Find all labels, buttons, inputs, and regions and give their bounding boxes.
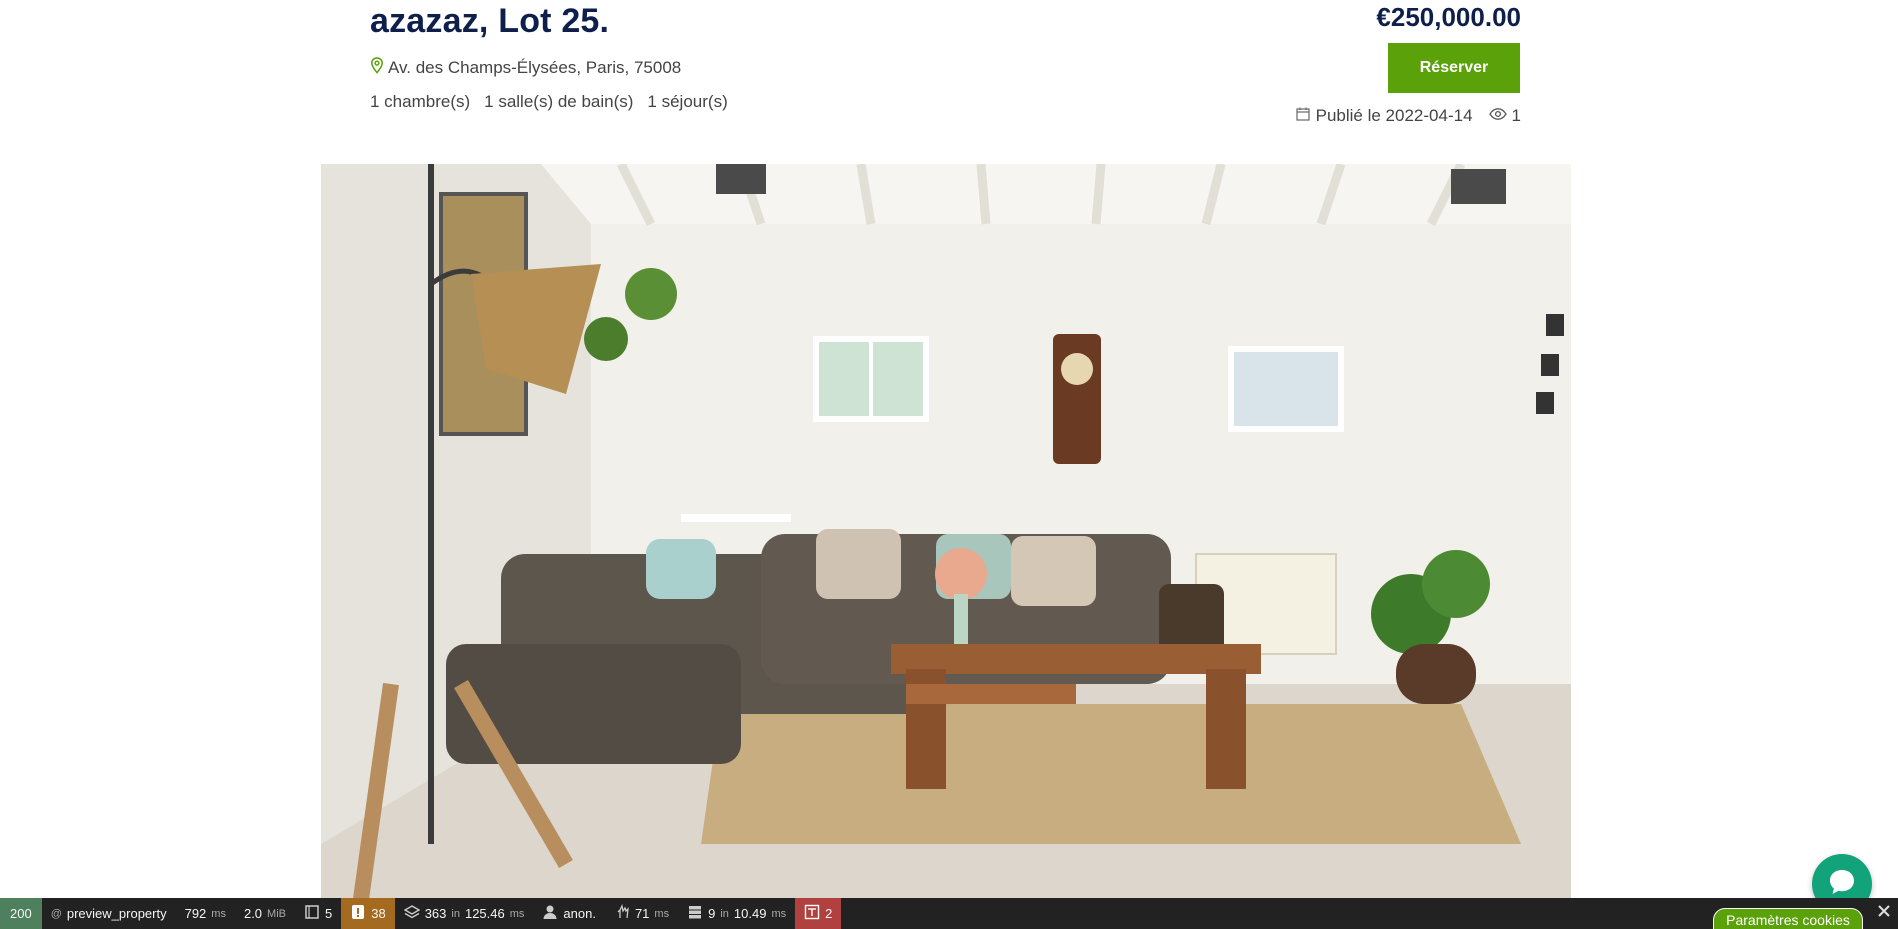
toolbar-forms[interactable]: 5 xyxy=(295,898,341,929)
layers-icon xyxy=(403,904,420,923)
twig-in: in xyxy=(451,907,460,920)
calendar-icon xyxy=(1296,106,1310,126)
property-address: Av. des Champs-Élysées, Paris, 75008 xyxy=(370,57,681,79)
debug-toolbar: 200 @ preview_property 792 ms 2.0 MiB 5 … xyxy=(0,898,1898,929)
warning-icon xyxy=(350,904,366,923)
toolbar-user[interactable]: anon. xyxy=(533,898,605,929)
time-unit: ms xyxy=(211,907,226,920)
at-icon: @ xyxy=(50,907,62,920)
db-queries: 9 xyxy=(708,906,716,921)
errors-count: 2 xyxy=(825,906,833,921)
user-name: anon. xyxy=(563,906,596,921)
user-icon xyxy=(542,904,558,923)
living-rooms-count: 1 séjour(s) xyxy=(647,92,728,111)
address-text: Av. des Champs-Élysées, Paris, 75008 xyxy=(388,58,682,77)
toolbar-memory[interactable]: 2.0 MiB xyxy=(235,898,295,929)
toolbar-route[interactable]: @ preview_property xyxy=(42,898,176,929)
twig-unit: ms xyxy=(509,907,525,920)
toolbar-database[interactable]: 9 in 10.49 ms xyxy=(678,898,795,929)
views-counter: 1 xyxy=(1488,106,1521,126)
form-icon xyxy=(304,904,320,923)
twig-count: 363 xyxy=(424,906,447,921)
memory-value: 2.0 xyxy=(243,906,263,921)
events-value: 71 xyxy=(634,906,650,921)
toolbar-status-code[interactable]: 200 xyxy=(0,898,42,929)
reserve-button[interactable]: Réserver xyxy=(1388,43,1520,93)
close-icon xyxy=(1877,904,1891,923)
memory-unit: MiB xyxy=(267,907,286,920)
location-pin-icon xyxy=(370,57,384,79)
bathrooms-count: 1 salle(s) de bain(s) xyxy=(484,92,634,111)
toolbar-events[interactable]: 71 ms xyxy=(605,898,678,929)
db-unit: ms xyxy=(771,907,787,920)
property-features: 1 chambre(s) 1 salle(s) de bain(s) 1 séj… xyxy=(370,92,728,112)
hand-icon xyxy=(614,904,630,923)
database-icon xyxy=(687,904,703,923)
warnings-count: 38 xyxy=(371,906,386,921)
chat-bubble-icon xyxy=(1826,866,1858,903)
property-price: €250,000.00 xyxy=(1376,2,1521,32)
property-photo[interactable] xyxy=(321,164,1571,899)
bedrooms-count: 1 chambre(s) xyxy=(370,92,471,111)
eye-icon xyxy=(1488,106,1507,126)
property-meta: Publié le 2022-04-14 1 xyxy=(1296,106,1521,126)
toolbar-time[interactable]: 792 ms xyxy=(176,898,235,929)
close-toolbar-button[interactable] xyxy=(1870,898,1898,929)
toolbar-twig[interactable]: 363 in 125.46 ms xyxy=(395,898,534,929)
toolbar-warnings[interactable]: 38 xyxy=(341,898,395,929)
route-name: preview_property xyxy=(66,906,167,921)
db-in: in xyxy=(720,907,729,920)
events-unit: ms xyxy=(654,907,670,920)
views-count: 1 xyxy=(1511,106,1521,125)
published-date: Publié le 2022-04-14 xyxy=(1315,106,1473,125)
network-error-icon xyxy=(804,904,820,923)
toolbar-errors[interactable]: 2 xyxy=(795,898,842,929)
time-value: 792 xyxy=(184,906,207,921)
twig-time: 125.46 xyxy=(464,906,505,921)
forms-count: 5 xyxy=(325,906,333,921)
cookie-settings-button[interactable]: Paramètres cookies xyxy=(1713,908,1863,929)
db-time: 10.49 xyxy=(733,906,767,921)
property-title: azazaz, Lot 25. xyxy=(370,2,610,40)
